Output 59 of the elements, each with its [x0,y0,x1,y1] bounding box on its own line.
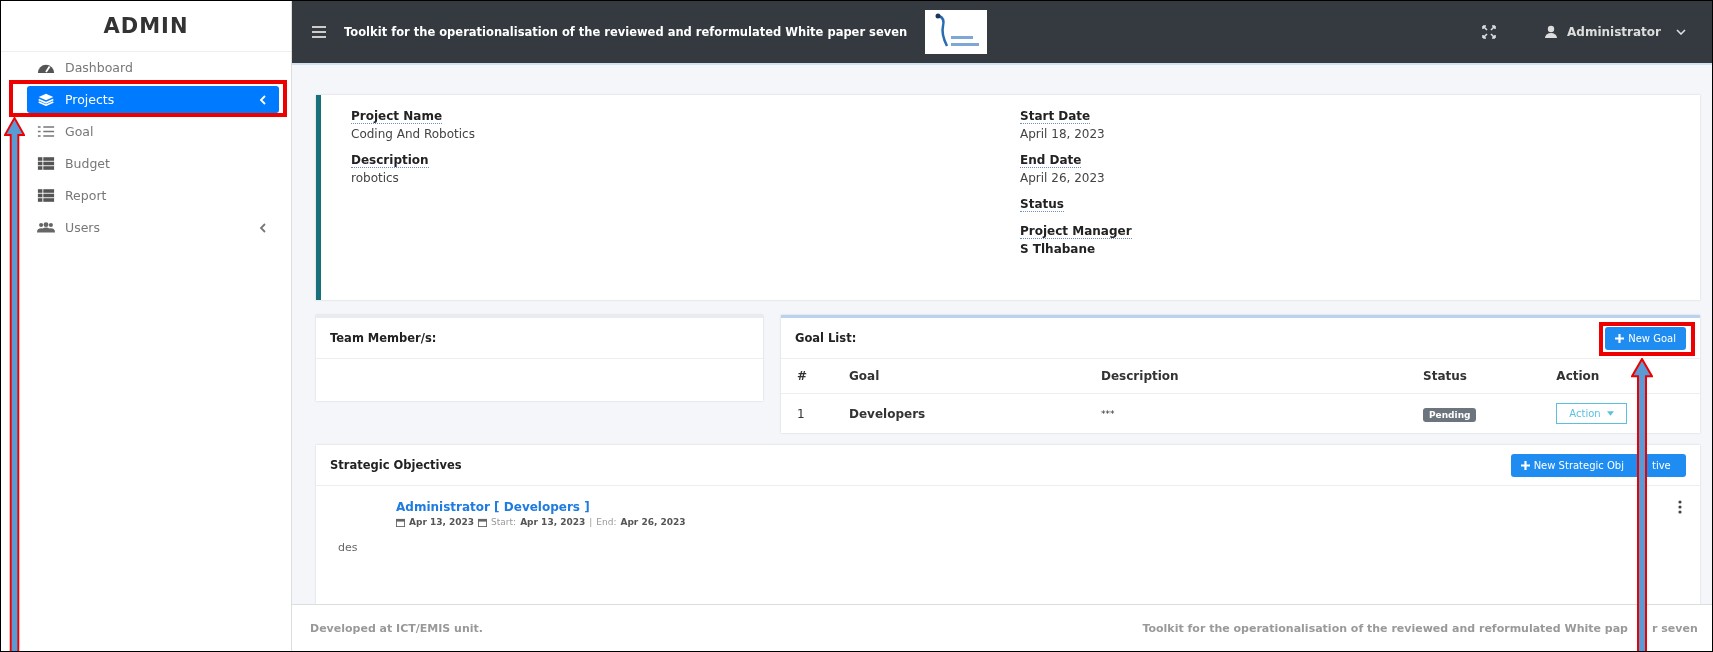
sidebar-item[interactable]: Goal [27,118,279,145]
brand-title: ADMIN [1,1,291,52]
field-value: S Tlhabane [1020,242,1096,256]
sidebar-item[interactable]: Users [27,214,279,241]
table-icon [37,189,55,202]
column-header: Goal [833,359,1085,394]
date-label: End: [596,517,617,527]
field-label: Project Name [351,109,443,124]
date-text: Apr 13, 2023 [520,517,586,527]
table-cell: 1 [781,393,833,433]
chevron-down-icon [1676,29,1686,35]
card-title: Strategic Objectives [330,458,462,472]
table-cell: Developers [833,393,1085,433]
field-value: robotics [351,171,399,185]
date-label: Start: [491,517,517,527]
objective-link[interactable]: Administrator [ Developers ] [396,500,686,514]
sidebar-item[interactable]: Report [27,182,279,209]
app-title: Toolkit for the operationalisation of the reviewed and reformulated White paper seven [344,25,908,39]
separator: | [589,517,593,527]
field-label: Description [351,153,429,168]
kebab-menu-icon[interactable] [1678,500,1682,514]
calendar-icon [396,517,405,527]
field-value: Coding And Robotics [351,127,475,141]
user-icon [1544,25,1559,39]
layers-icon [37,93,55,106]
sidebar-item[interactable]: Budget [27,150,279,177]
footer-text: Toolkit for the operationalisation of the reviewed and reformulated White pap [1142,621,1628,635]
column-header: # [781,359,833,394]
field-label: Status [1020,197,1064,212]
field-value: April 18, 2023 [1020,127,1105,141]
table-cell: *** [1085,393,1407,433]
footer-text: r seven [1652,621,1699,635]
table-icon [37,157,55,170]
list-icon [37,125,55,138]
card-title: Goal List: [795,331,857,345]
date-text: Apr 26, 2023 [620,517,686,527]
status-badge: Pending [1423,407,1477,422]
sidebar-item[interactable]: Projects [27,86,279,113]
objective-description: des [338,541,359,554]
sidebar-item[interactable]: Dashboard [27,54,279,81]
field-label: Start Date [1020,109,1091,124]
menu-icon[interactable] [312,26,326,38]
column-header: Status [1407,359,1541,394]
card-title: Team Member/s: [330,331,437,345]
caret-icon [1606,411,1614,416]
user-menu[interactable]: Administrator [1538,24,1692,40]
calendar-icon [478,517,488,527]
plus-icon [1615,333,1625,343]
plus-icon [1520,460,1530,470]
field-label: Project Manager [1020,224,1132,239]
column-header: Description [1085,359,1407,394]
field-label: End Date [1020,153,1082,168]
footer-text: Developed at ICT/EMIS unit. [310,621,483,635]
users-icon [37,221,55,234]
field-value: April 26, 2023 [1020,171,1105,185]
new-objective-button[interactable]: New Strategic Obj tive [1510,453,1686,477]
date-text: Apr 13, 2023 [409,517,475,527]
fullscreen-icon[interactable] [1482,25,1497,39]
new-goal-button[interactable]: New Goal [1605,326,1686,350]
